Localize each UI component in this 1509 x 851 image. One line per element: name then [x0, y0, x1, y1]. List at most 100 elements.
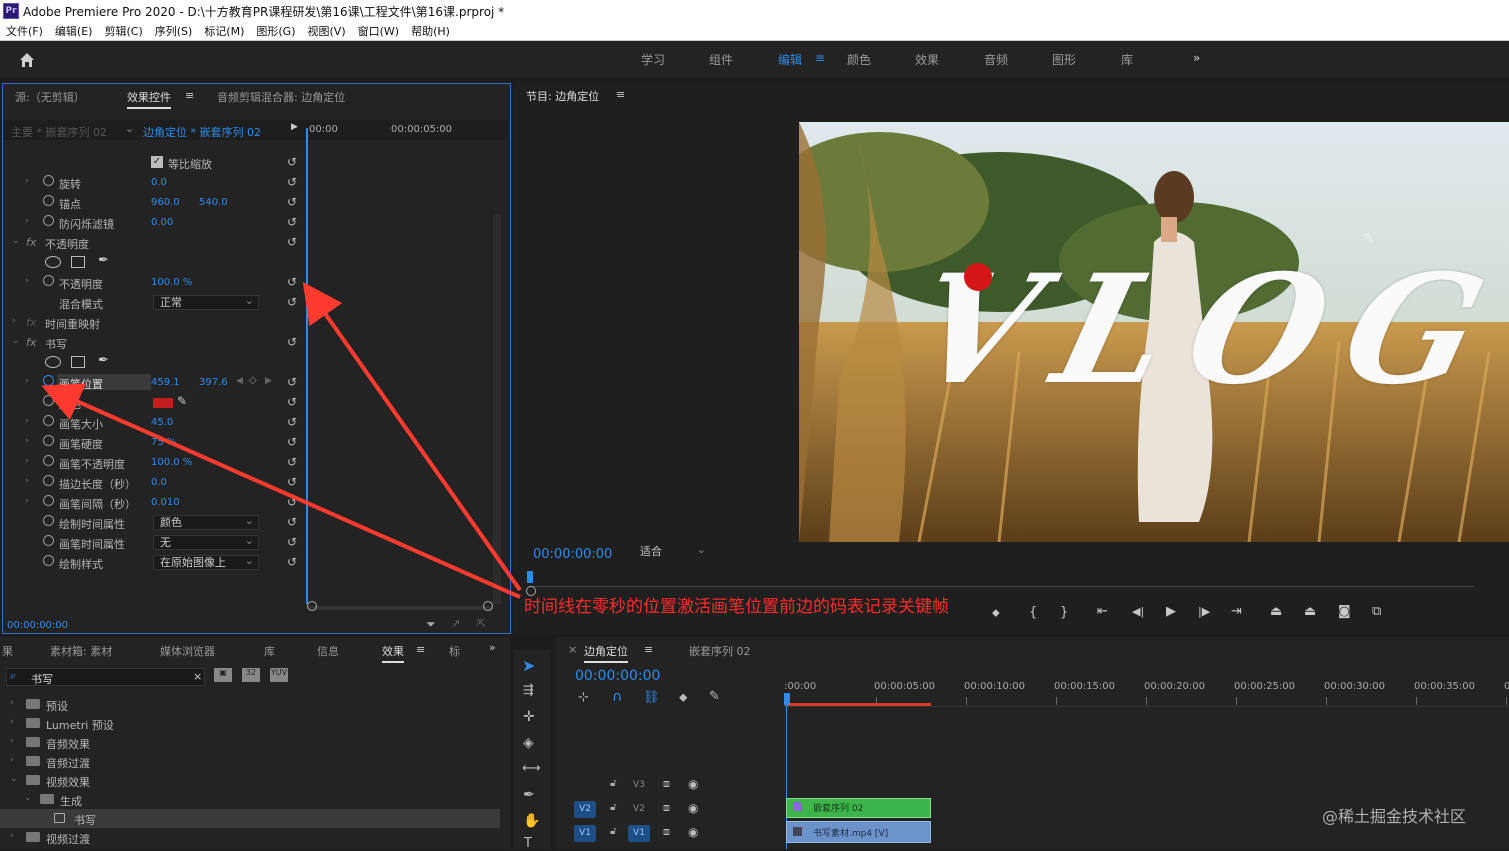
work-area-bar[interactable] — [785, 703, 931, 706]
brush-size-value[interactable]: 45.0 — [151, 417, 173, 428]
fx-icon[interactable]: fx — [26, 336, 36, 349]
stopwatch-icon[interactable] — [43, 555, 54, 566]
video-frame[interactable]: VLOG ⇖ — [799, 122, 1509, 542]
timeline-timecode[interactable]: 00:00:00:00 — [575, 668, 660, 684]
color-swatch[interactable] — [153, 398, 173, 408]
tab-media-browser[interactable]: 媒体浏览器 — [160, 643, 215, 659]
expand-arrow-icon[interactable]: › — [10, 755, 14, 765]
menu-window[interactable]: 窗口(W) — [358, 23, 399, 39]
chevron-down-icon[interactable]: ⌄ — [125, 122, 134, 135]
go-to-in-icon[interactable]: ⇤ — [1097, 604, 1108, 619]
reset-icon[interactable]: ↺ — [287, 175, 297, 189]
share-icon[interactable]: ⇱ — [477, 617, 486, 630]
zoom-handle-right[interactable] — [483, 601, 493, 611]
tab-bin[interactable]: 素材箱: 素材 — [50, 643, 112, 659]
stopwatch-icon[interactable] — [43, 375, 54, 386]
expand-arrow-icon[interactable]: › — [12, 316, 16, 326]
menu-marker[interactable]: 标记(M) — [204, 23, 244, 39]
prev-keyframe-icon[interactable]: ◀ — [236, 376, 243, 386]
reset-icon[interactable]: ↺ — [287, 375, 297, 389]
comparison-view-icon[interactable]: ⧉ — [1372, 604, 1381, 619]
search-input[interactable]: 书写 — [31, 671, 53, 687]
brush-opacity-value[interactable]: 100.0 % — [151, 457, 192, 468]
lock-icon[interactable]: 🔓︎ — [610, 778, 616, 789]
expand-arrow-icon[interactable]: › — [25, 276, 29, 286]
lock-icon[interactable]: 🔓︎ — [610, 802, 616, 813]
ec-timecode[interactable]: 00:00:00:00 — [7, 620, 68, 631]
next-keyframe-icon[interactable]: ▶ — [265, 376, 272, 386]
mark-in-icon[interactable]: { — [1029, 605, 1037, 620]
track-label-v3[interactable]: V3 — [628, 777, 650, 794]
step-back-icon[interactable]: ◀| — [1132, 605, 1144, 618]
workspace-color[interactable]: 颜色 — [847, 51, 871, 68]
fit-dropdown[interactable]: 适合 — [634, 543, 710, 562]
stopwatch-icon[interactable] — [43, 415, 54, 426]
extract-icon[interactable]: ⏏ — [1304, 604, 1316, 619]
paint-style-dropdown[interactable]: 在原始图像上 — [153, 554, 259, 570]
reset-icon[interactable]: ↺ — [287, 235, 297, 249]
tab-partial[interactable]: 果 — [2, 643, 13, 659]
slip-tool-icon[interactable]: ⟷ — [522, 761, 541, 776]
panel-menu-icon[interactable]: ≡ — [416, 643, 425, 656]
tab-source[interactable]: 源:（无剪辑） — [15, 89, 85, 105]
menu-graphics[interactable]: 图形(G) — [256, 23, 295, 39]
close-tab-icon[interactable]: × — [568, 643, 577, 656]
reset-icon[interactable]: ↺ — [287, 495, 297, 509]
add-keyframe-icon[interactable]: ◇ — [249, 375, 257, 386]
effects-tree-item[interactable]: › 音频过渡 — [0, 752, 500, 771]
track-label-v2[interactable]: V2 — [628, 801, 650, 818]
ec-playhead[interactable] — [306, 128, 308, 604]
sync-lock-icon[interactable]: ⧈ — [663, 825, 670, 839]
opacity-value[interactable]: 100.0 % — [151, 277, 192, 288]
effects-tree-item[interactable]: › 视频过渡 — [0, 828, 500, 847]
collapse-arrow-icon[interactable]: ⌄ — [12, 336, 20, 346]
yuv-effects-icon[interactable]: YUV — [270, 668, 288, 682]
workspace-effects[interactable]: 效果 — [915, 51, 939, 68]
rotation-value[interactable]: 0.0 — [151, 177, 167, 188]
tab-effect-controls[interactable]: 效果控件 — [127, 89, 171, 109]
lift-icon[interactable]: ⏏ — [1270, 604, 1282, 619]
step-forward-icon[interactable]: |▶ — [1198, 605, 1210, 618]
eyedropper-icon[interactable]: ✎ — [177, 394, 187, 408]
expand-arrow-icon[interactable]: › — [25, 176, 29, 186]
add-marker-icon[interactable]: ⬥ — [679, 690, 687, 705]
timeline-tab-corner-pin[interactable]: 边角定位 — [584, 643, 628, 663]
reset-icon[interactable]: ↺ — [287, 275, 297, 289]
effects-tree-item[interactable]: 书写 — [0, 809, 500, 828]
eye-icon[interactable]: ◉ — [688, 801, 698, 815]
program-playhead[interactable] — [527, 571, 533, 583]
collapse-arrow-icon[interactable]: ⌄ — [10, 774, 18, 784]
pen-tool-icon[interactable]: ✒ — [523, 787, 535, 803]
expand-arrow-icon[interactable]: › — [10, 831, 14, 841]
nest-toggle-icon[interactable]: ⊹ — [578, 690, 589, 705]
source-patch-v1[interactable]: V1 — [574, 825, 596, 842]
blend-mode-dropdown[interactable]: 正常 — [153, 294, 259, 310]
timeline-tab-nested-seq[interactable]: 嵌套序列 02 — [689, 643, 751, 659]
brush-position-y-value[interactable]: 397.6 — [199, 377, 228, 388]
panel-menu-icon[interactable]: ≡ — [644, 643, 653, 656]
clip-writing-footage[interactable]: 书写素材.mp4 [V] — [786, 821, 931, 843]
sync-lock-icon[interactable]: ⧈ — [663, 801, 670, 815]
brush-hardness-value[interactable]: 75 % — [151, 437, 176, 448]
menu-sequence[interactable]: 序列(S) — [155, 23, 193, 39]
brush-spacing-value[interactable]: 0.010 — [151, 497, 180, 508]
ripple-edit-tool-icon[interactable]: ✛ — [523, 709, 535, 725]
fx-icon[interactable]: fx — [26, 316, 36, 329]
selection-tool-icon[interactable]: ➤ — [522, 656, 535, 675]
reset-icon[interactable]: ↺ — [287, 515, 297, 529]
reset-icon[interactable]: ↺ — [287, 455, 297, 469]
menu-edit[interactable]: 编辑(E) — [55, 23, 93, 39]
reset-icon[interactable]: ↺ — [287, 335, 297, 349]
tab-info[interactable]: 信息 — [317, 643, 339, 659]
stopwatch-icon[interactable] — [43, 195, 54, 206]
rectangle-mask-icon[interactable] — [71, 256, 85, 268]
settings-wrench-icon[interactable]: ✎ — [709, 689, 720, 704]
clip-name-label[interactable]: 边角定位 * 嵌套序列 02 — [143, 124, 261, 140]
expand-arrow-icon[interactable]: › — [25, 416, 29, 426]
stopwatch-icon[interactable] — [43, 395, 54, 406]
expand-arrow-icon[interactable]: › — [10, 717, 14, 727]
effects-tree-item[interactable]: › Lumetri 预设 — [0, 714, 500, 733]
antiflicker-value[interactable]: 0.00 — [151, 217, 173, 228]
reset-icon[interactable]: ↺ — [287, 155, 297, 169]
overflow-icon[interactable]: » — [489, 641, 496, 654]
